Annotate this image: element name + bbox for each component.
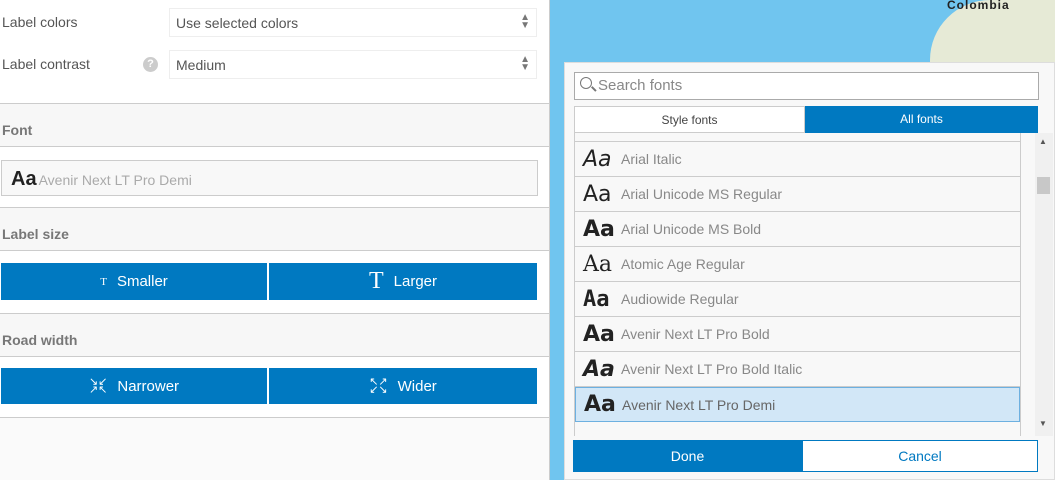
font-item[interactable]: Aa Avenir Next LT Pro Bold xyxy=(575,317,1020,352)
font-name: Arial Italic xyxy=(621,151,682,167)
font-name: Avenir Next LT Pro Bold Italic xyxy=(621,361,803,377)
select-arrows-icon: ▲ ▼ xyxy=(520,54,530,73)
font-preview-icon: Aa xyxy=(583,356,615,382)
font-item[interactable]: Aa Arial Italic xyxy=(575,142,1020,177)
wider-label: Wider xyxy=(397,377,437,395)
label-contrast-select[interactable]: Medium ▲ ▼ xyxy=(169,50,537,79)
larger-button[interactable]: T Larger xyxy=(269,263,537,300)
tab-style-fonts[interactable]: Style fonts xyxy=(574,106,805,133)
font-preview-icon: Aa xyxy=(583,146,612,172)
font-item[interactable]: Aa Arial Unicode MS Regular xyxy=(575,177,1020,212)
search-placeholder: Search fonts xyxy=(598,77,683,94)
font-selector[interactable]: Aa Avenir Next LT Pro Demi xyxy=(1,160,538,196)
smaller-label: Smaller xyxy=(116,273,168,290)
label-colors-select[interactable]: Use selected colors ▲ ▼ xyxy=(169,8,537,37)
font-item[interactable]: Aa Atomic Age Regular xyxy=(575,247,1020,282)
large-text-icon: T xyxy=(368,268,384,294)
list-item-partial xyxy=(575,133,1020,142)
search-fonts-input[interactable]: Search fonts xyxy=(574,72,1039,100)
search-icon xyxy=(580,77,592,89)
font-item[interactable]: Aa Arial Unicode MS Bold xyxy=(575,212,1020,247)
road-width-header: Road width xyxy=(2,332,78,348)
select-arrows-icon: ▲ ▼ xyxy=(520,12,530,31)
font-preview-icon: Aa xyxy=(583,286,610,312)
font-name: Audiowide Regular xyxy=(621,291,739,307)
font-item-selected[interactable]: Aa Avenir Next LT Pro Demi xyxy=(575,387,1020,422)
font-section-header: Font xyxy=(0,103,549,147)
font-item[interactable]: Aa Avenir Next LT Pro Bold Italic xyxy=(575,352,1020,387)
map-label-colombia: Colombia xyxy=(947,0,1010,12)
font-preview-icon: Aa xyxy=(583,181,612,207)
font-name: Atomic Age Regular xyxy=(621,256,745,272)
font-picker-dialog: Search fonts Style fonts All fonts Aa Ari… xyxy=(564,62,1055,480)
wider-button[interactable]: ↖↗ ↙↘ Wider xyxy=(269,368,537,404)
label-size-header: Label size xyxy=(2,226,69,242)
label-size-section-header: Label size xyxy=(0,207,549,251)
scroll-up-icon[interactable]: ▲ xyxy=(1039,137,1047,146)
font-preview-icon: Aa xyxy=(583,216,615,242)
font-name: Avenir Next LT Pro Demi xyxy=(622,396,776,413)
collapse-icon: ↘↙ ↗↖ xyxy=(88,376,108,396)
font-list: Aa Arial Italic Aa Arial Unicode MS Regula… xyxy=(574,133,1021,436)
done-button[interactable]: Done xyxy=(573,440,802,472)
narrower-label: Narrower xyxy=(117,377,180,395)
font-list-scrollbar[interactable]: ▲ ▼ xyxy=(1035,133,1053,436)
label-colors-value: Use selected colors xyxy=(176,15,299,31)
font-item[interactable]: Aa Audiowide Regular xyxy=(575,282,1020,317)
cancel-button[interactable]: Cancel xyxy=(802,440,1038,472)
font-name: Arial Unicode MS Regular xyxy=(621,186,783,202)
label-contrast-value: Medium xyxy=(176,57,226,73)
font-preview-icon: Aa xyxy=(583,251,613,277)
tab-all-fonts[interactable]: All fonts xyxy=(805,106,1038,133)
font-preview-icon: Aa xyxy=(11,168,37,190)
smaller-button[interactable]: T Smaller xyxy=(1,263,267,300)
small-text-icon: T xyxy=(100,275,107,288)
font-preview-icon: Aa xyxy=(583,321,615,347)
settings-panel: Label colors Use selected colors ▲ ▼ Label… xyxy=(0,0,550,480)
expand-icon: ↖↗ ↙↘ xyxy=(369,376,388,396)
font-header: Font xyxy=(2,122,33,138)
font-name: Avenir Next LT Pro Bold xyxy=(621,326,770,342)
font-value: Avenir Next LT Pro Demi xyxy=(38,172,192,188)
road-width-section-header: Road width xyxy=(0,313,549,357)
larger-label: Larger xyxy=(393,273,438,290)
help-icon[interactable]: ? xyxy=(143,57,158,72)
narrower-button[interactable]: ↘↙ ↗↖ Narrower xyxy=(1,368,267,404)
panel-footer xyxy=(0,417,549,480)
label-colors-label: Label colors xyxy=(2,14,78,30)
font-preview-icon: Aa xyxy=(584,392,616,417)
scroll-down-icon[interactable]: ▼ xyxy=(1039,419,1047,428)
font-name: Arial Unicode MS Bold xyxy=(621,221,762,237)
scrollbar-thumb[interactable] xyxy=(1037,177,1050,194)
label-contrast-label: Label contrast xyxy=(2,56,90,72)
